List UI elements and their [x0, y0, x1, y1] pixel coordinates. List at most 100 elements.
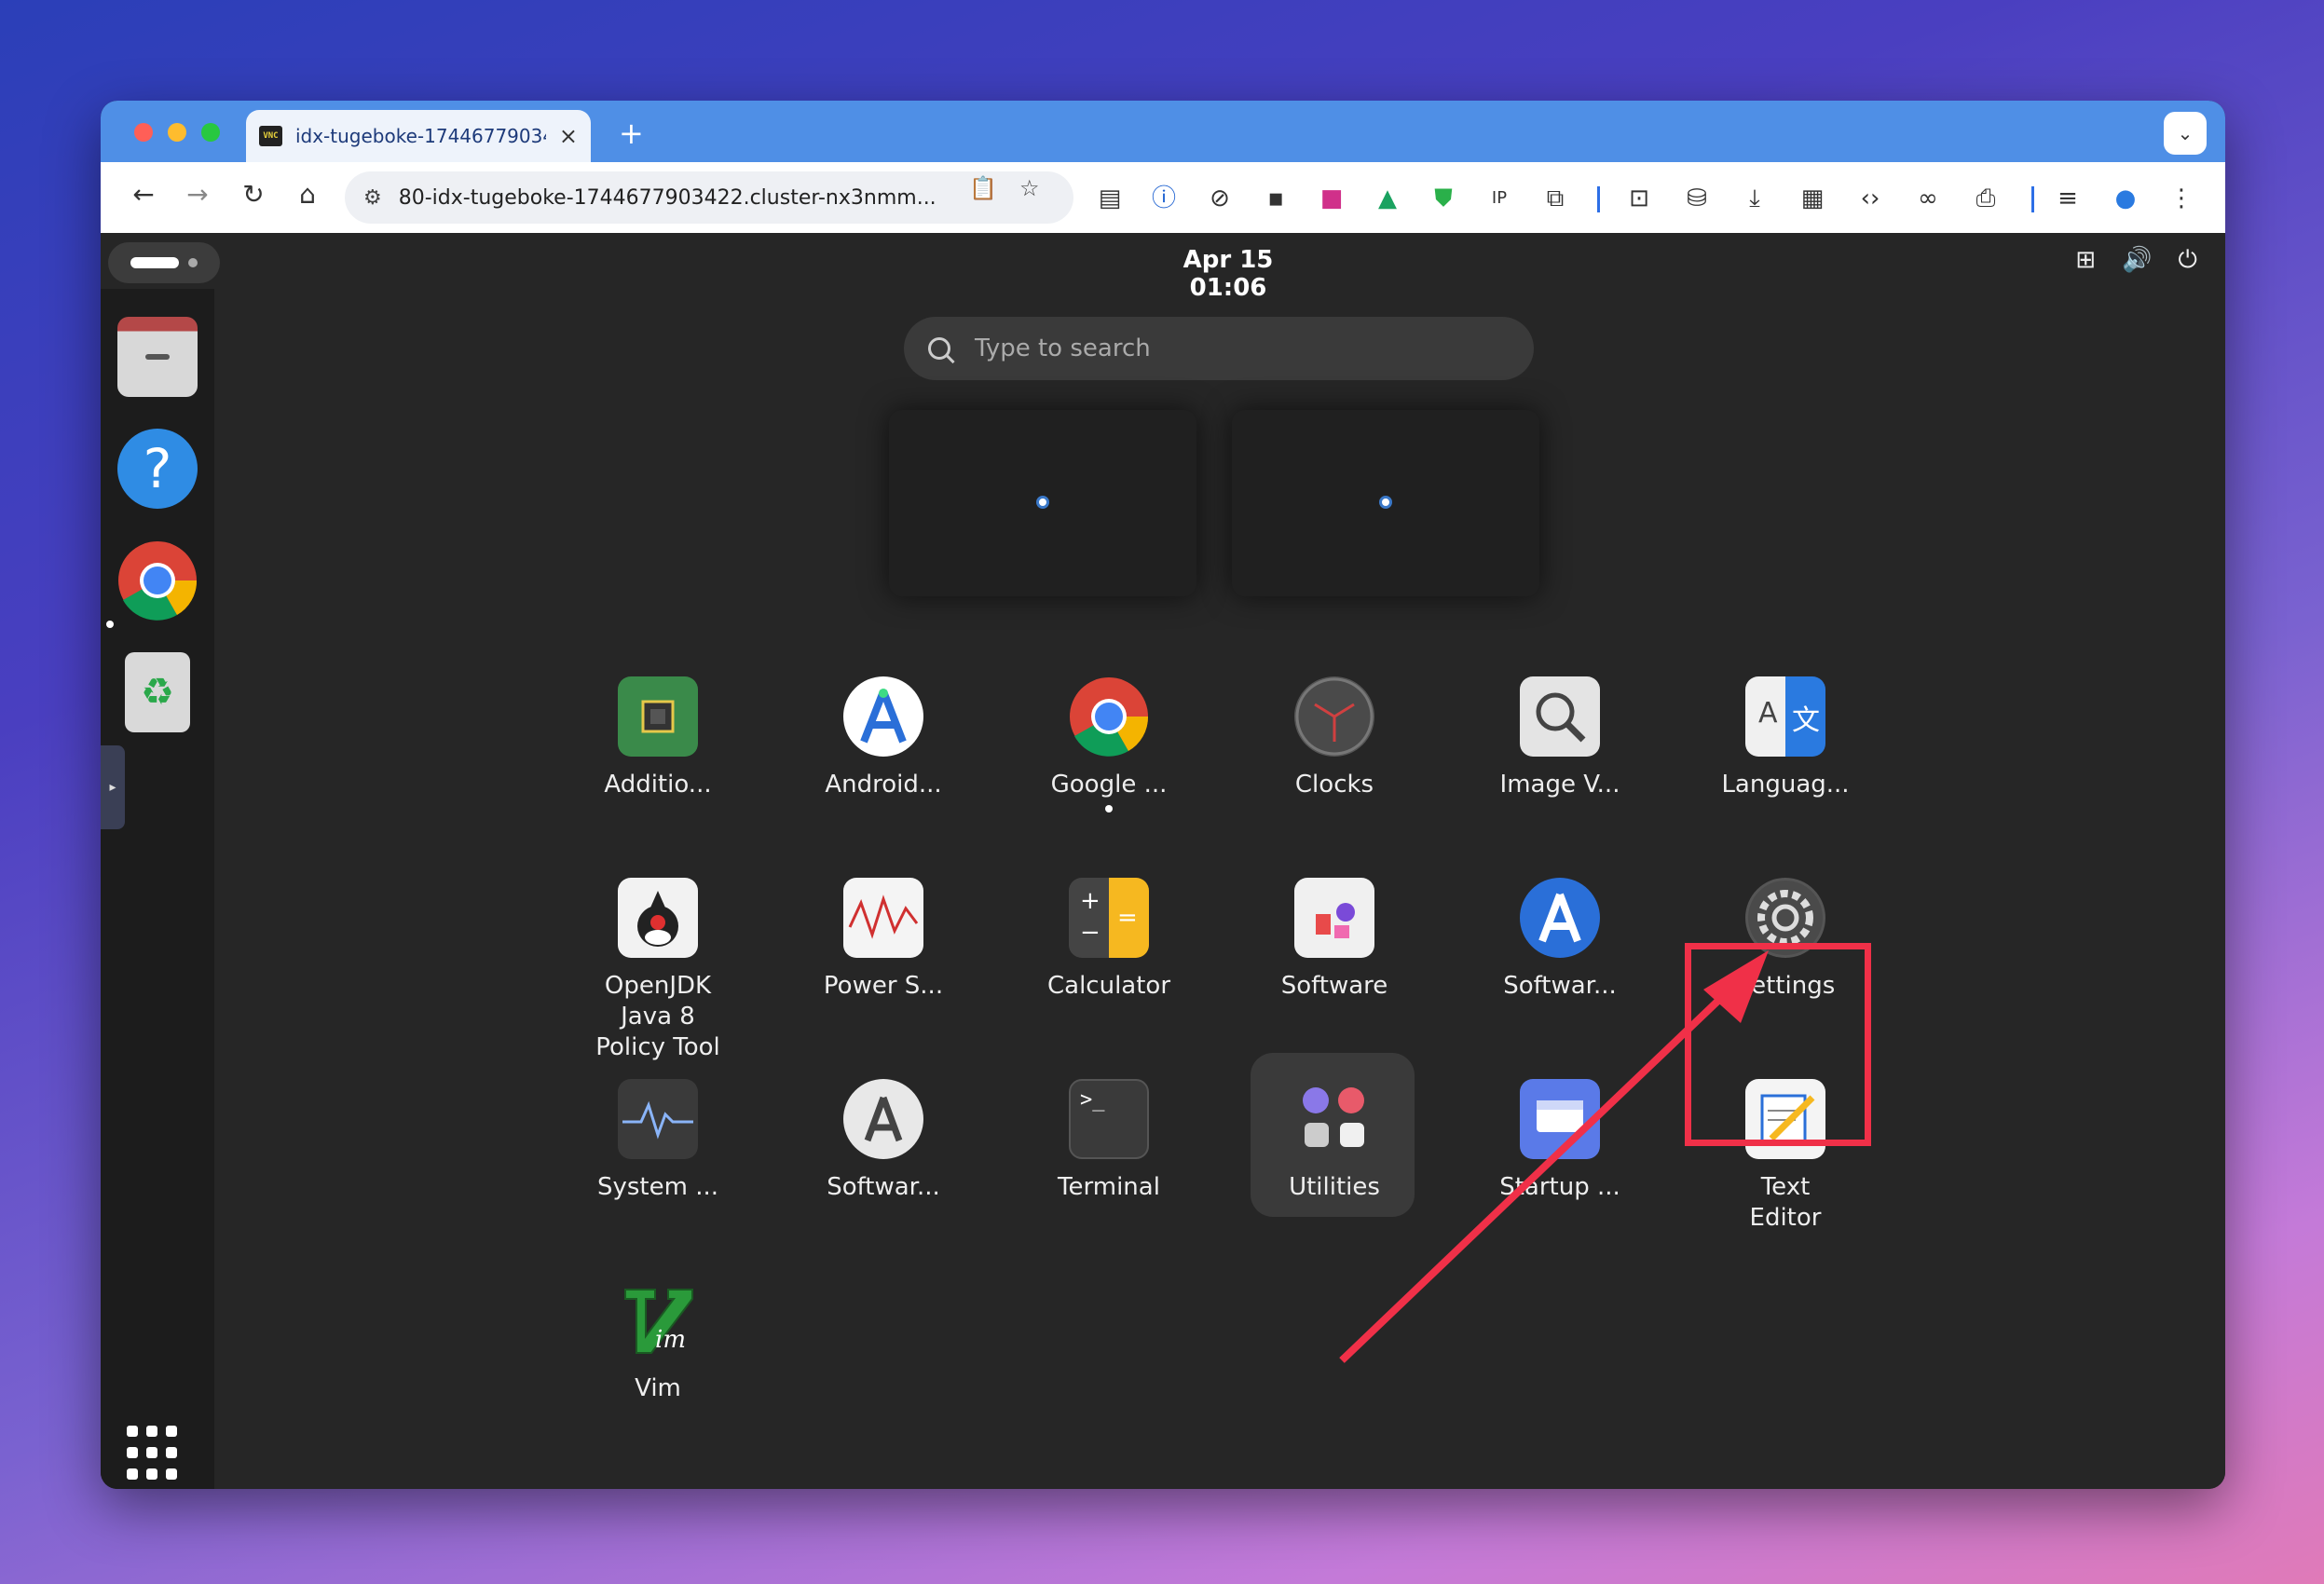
- app-label: Additio...: [604, 771, 712, 799]
- browser-tab[interactable]: VNC idx-tugeboke-1744677903422 ×: [246, 110, 591, 162]
- app-label: Text Editor: [1749, 1173, 1822, 1232]
- vim-icon: im: [618, 1280, 698, 1360]
- ip-icon[interactable]: IP: [1483, 183, 1515, 214]
- address-bar[interactable]: ⚙ 80-idx-tugeboke-1744677903422.cluster-…: [345, 171, 1073, 224]
- home-button[interactable]: ⌂: [289, 179, 326, 210]
- app-utilities-folder[interactable]: Utilities: [1251, 1079, 1418, 1203]
- app-image-viewer[interactable]: Image V...: [1476, 676, 1644, 800]
- app-vim[interactable]: im Vim: [574, 1280, 742, 1404]
- app-android-studio[interactable]: Android...: [800, 676, 967, 800]
- app-label: Terminal: [1058, 1173, 1160, 1201]
- incognito-icon[interactable]: ⛁: [1681, 183, 1713, 214]
- app-label: Software: [1280, 972, 1388, 1000]
- app-label: Vim: [635, 1374, 681, 1402]
- media-controls-icon[interactable]: ≡: [2052, 183, 2084, 214]
- power-stats-icon: [843, 878, 923, 958]
- tab-strip: VNC idx-tugeboke-1744677903422 × + ⌄: [101, 101, 2225, 162]
- download-icon[interactable]: ⤓: [1739, 183, 1770, 214]
- back-button[interactable]: ←: [125, 179, 162, 210]
- app-label: Softwar...: [1503, 972, 1617, 1000]
- app-calculator[interactable]: + − = Calculator: [1025, 878, 1193, 1002]
- new-tab-button[interactable]: +: [619, 116, 644, 151]
- utilities-folder-icon: [1294, 1079, 1374, 1159]
- app-grid: Additio... Android... Google ... Clocks …: [101, 233, 2225, 1489]
- startup-disk-icon: [1520, 1079, 1600, 1159]
- app-label: Clocks: [1294, 771, 1374, 799]
- app-clocks[interactable]: Clocks: [1251, 676, 1418, 800]
- svg-text:im: im: [655, 1326, 686, 1354]
- drive-icon[interactable]: ▲: [1372, 183, 1403, 214]
- app-additional-drivers[interactable]: Additio...: [574, 676, 742, 800]
- java-duke-icon: [618, 878, 698, 958]
- close-window-button[interactable]: [134, 123, 153, 142]
- calculator-icon: + − =: [1069, 878, 1149, 958]
- toolbar-separator: [2031, 186, 2034, 212]
- clock-icon: [1294, 676, 1374, 757]
- image-viewer-icon: [1520, 676, 1600, 757]
- clipboard-icon[interactable]: 📋: [969, 175, 997, 201]
- code-icon[interactable]: ‹›: [1854, 183, 1886, 214]
- app-google-chrome[interactable]: Google ...: [1025, 676, 1193, 800]
- reload-button[interactable]: ↻: [235, 179, 272, 210]
- extension-color-icon[interactable]: ■: [1316, 183, 1347, 214]
- reader-mode-icon[interactable]: ▤: [1094, 183, 1126, 214]
- forward-button[interactable]: →: [179, 179, 216, 210]
- tab-title: idx-tugeboke-1744677903422: [294, 125, 546, 147]
- app-software-properties[interactable]: Softwar...: [800, 1079, 967, 1203]
- android-studio-icon: [843, 676, 923, 757]
- screenshot-icon[interactable]: ⊡: [1623, 183, 1655, 214]
- app-label: Softwar...: [827, 1173, 940, 1201]
- link-icon[interactable]: ∞: [1912, 183, 1944, 214]
- browser-window: VNC idx-tugeboke-1744677903422 × + ⌄ ← →…: [101, 101, 2225, 1489]
- app-label: Power S...: [823, 972, 944, 1000]
- profile-avatar-icon[interactable]: ●: [2110, 183, 2141, 214]
- app-label: Image V...: [1499, 771, 1620, 799]
- app-label: Languag...: [1721, 771, 1850, 799]
- app-label: Google ...: [1050, 771, 1168, 799]
- extension-mask-icon[interactable]: ▪: [1260, 183, 1292, 214]
- toolbar-separator: [1597, 186, 1600, 212]
- app-label: System ...: [596, 1173, 718, 1201]
- software-properties-icon: [843, 1079, 923, 1159]
- app-startup-disk-creator[interactable]: Startup ...: [1476, 1079, 1644, 1203]
- software-updater-icon: [1520, 878, 1600, 958]
- app-software-updater[interactable]: Softwar...: [1476, 878, 1644, 1002]
- app-label: Startup ...: [1499, 1173, 1620, 1201]
- vnc-favicon-icon: VNC: [259, 126, 282, 146]
- extensions-puzzle-icon[interactable]: ⧉: [1539, 183, 1571, 214]
- print-icon[interactable]: ⎙: [1970, 183, 2002, 214]
- app-label: OpenJDK Java 8 Policy Tool: [595, 972, 720, 1061]
- app-openjdk-policy-tool[interactable]: OpenJDK Java 8 Policy Tool: [574, 878, 742, 1063]
- app-label: Android...: [825, 771, 942, 799]
- password-manager-icon[interactable]: ⓘ: [1148, 183, 1180, 214]
- window-controls: [134, 123, 220, 142]
- chrome-icon: [1069, 676, 1149, 757]
- system-monitor-icon: [618, 1079, 698, 1159]
- app-language-support[interactable]: A 文 Languag...: [1702, 676, 1869, 800]
- app-software[interactable]: Software: [1251, 878, 1418, 1002]
- terminal-icon: >_: [1069, 1079, 1149, 1159]
- app-terminal[interactable]: >_ Terminal: [1025, 1079, 1193, 1203]
- app-power-statistics[interactable]: Power S...: [800, 878, 967, 1002]
- bookmark-star-icon[interactable]: ☆: [1019, 175, 1040, 201]
- running-indicator: [1105, 805, 1113, 812]
- app-label: Calculator: [1046, 972, 1171, 1000]
- language-icon: A 文: [1745, 676, 1825, 757]
- browser-toolbar: ← → ↻ ⌂ ⚙ 80-idx-tugeboke-1744677903422.…: [101, 162, 2225, 233]
- shield-icon[interactable]: ⛊: [1428, 183, 1459, 214]
- app-label: Utilities: [1289, 1173, 1380, 1201]
- qr-code-icon[interactable]: ▦: [1797, 183, 1828, 214]
- url-text: 80-idx-tugeboke-1744677903422.cluster-nx…: [398, 185, 936, 210]
- maximize-window-button[interactable]: [201, 123, 220, 142]
- software-bag-icon: [1294, 878, 1374, 958]
- tab-search-button[interactable]: ⌄: [2164, 112, 2207, 155]
- minimize-window-button[interactable]: [168, 123, 186, 142]
- app-system-monitor[interactable]: System ...: [574, 1079, 742, 1203]
- site-info-icon[interactable]: ⚙: [363, 186, 382, 210]
- blocker-icon[interactable]: ⊘: [1204, 183, 1236, 214]
- settings-highlight-box: [1685, 943, 1871, 1146]
- chip-icon: [618, 676, 698, 757]
- tab-close-icon[interactable]: ×: [559, 123, 578, 149]
- gnome-desktop: Apr 15 01:06 ⊞ 🔊 ⏻ ? ♻ ▸ Type to search …: [101, 233, 2225, 1489]
- browser-menu-icon[interactable]: ⋮: [2166, 183, 2197, 214]
